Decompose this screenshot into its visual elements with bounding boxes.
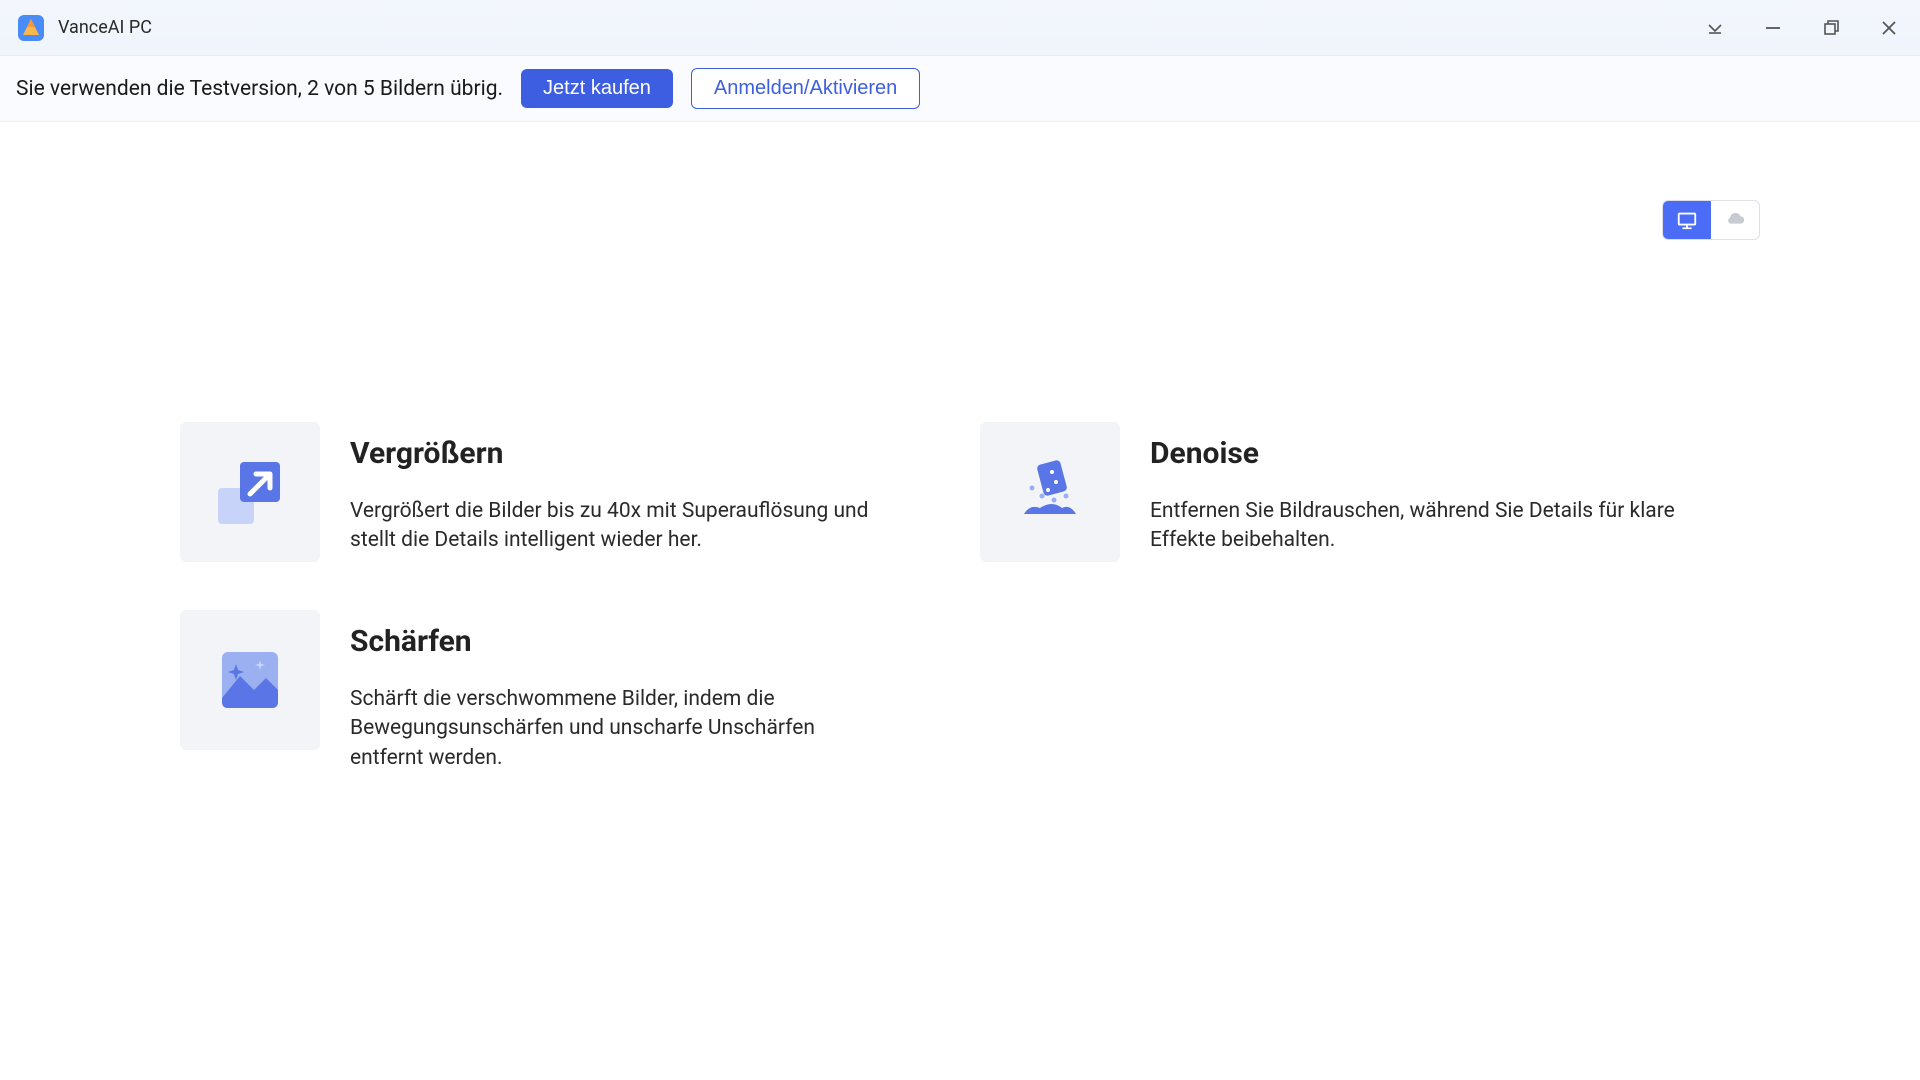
app-logo-icon	[16, 13, 46, 43]
download-indicator-icon[interactable]	[1700, 13, 1730, 43]
sharpen-icon	[180, 610, 320, 750]
sharpen-card[interactable]: Schärfen Schärft die verschwommene Bilde…	[180, 610, 940, 773]
denoise-body: Denoise Entfernen Sie Bildrauschen, währ…	[1150, 422, 1740, 556]
sharpen-body: Schärfen Schärft die verschwommene Bilde…	[350, 610, 940, 773]
cloud-mode-toggle[interactable]	[1711, 201, 1759, 239]
trial-topbar: Sie verwenden die Testversion, 2 von 5 B…	[0, 56, 1920, 122]
maximize-button[interactable]	[1816, 13, 1846, 43]
minimize-button[interactable]	[1758, 13, 1788, 43]
enlarge-body: Vergrößern Vergrößert die Bilder bis zu …	[350, 422, 940, 556]
login-activate-button[interactable]: Anmelden/Aktivieren	[691, 68, 920, 109]
denoise-icon	[980, 422, 1120, 562]
enlarge-desc: Vergrößert die Bilder bis zu 40x mit Sup…	[350, 497, 890, 556]
enlarge-card[interactable]: Vergrößern Vergrößert die Bilder bis zu …	[180, 422, 940, 562]
local-mode-toggle[interactable]	[1663, 201, 1711, 239]
enlarge-icon	[180, 422, 320, 562]
mode-toggle	[1662, 200, 1760, 240]
trial-status-text: Sie verwenden die Testversion, 2 von 5 B…	[16, 77, 503, 101]
denoise-title: Denoise	[1150, 436, 1740, 471]
sharpen-title: Schärfen	[350, 624, 940, 659]
app-title: VanceAI PC	[58, 17, 152, 38]
denoise-card[interactable]: Denoise Entfernen Sie Bildrauschen, währ…	[980, 422, 1740, 562]
sharpen-desc: Schärft die verschwommene Bilder, indem …	[350, 685, 890, 773]
denoise-desc: Entfernen Sie Bildrauschen, während Sie …	[1150, 497, 1690, 556]
close-button[interactable]	[1874, 13, 1904, 43]
buy-now-button[interactable]: Jetzt kaufen	[521, 69, 673, 108]
titlebar: VanceAI PC	[0, 0, 1920, 56]
window-controls	[1700, 13, 1904, 43]
feature-cards-grid: Vergrößern Vergrößert die Bilder bis zu …	[0, 122, 1920, 773]
enlarge-title: Vergrößern	[350, 436, 940, 471]
